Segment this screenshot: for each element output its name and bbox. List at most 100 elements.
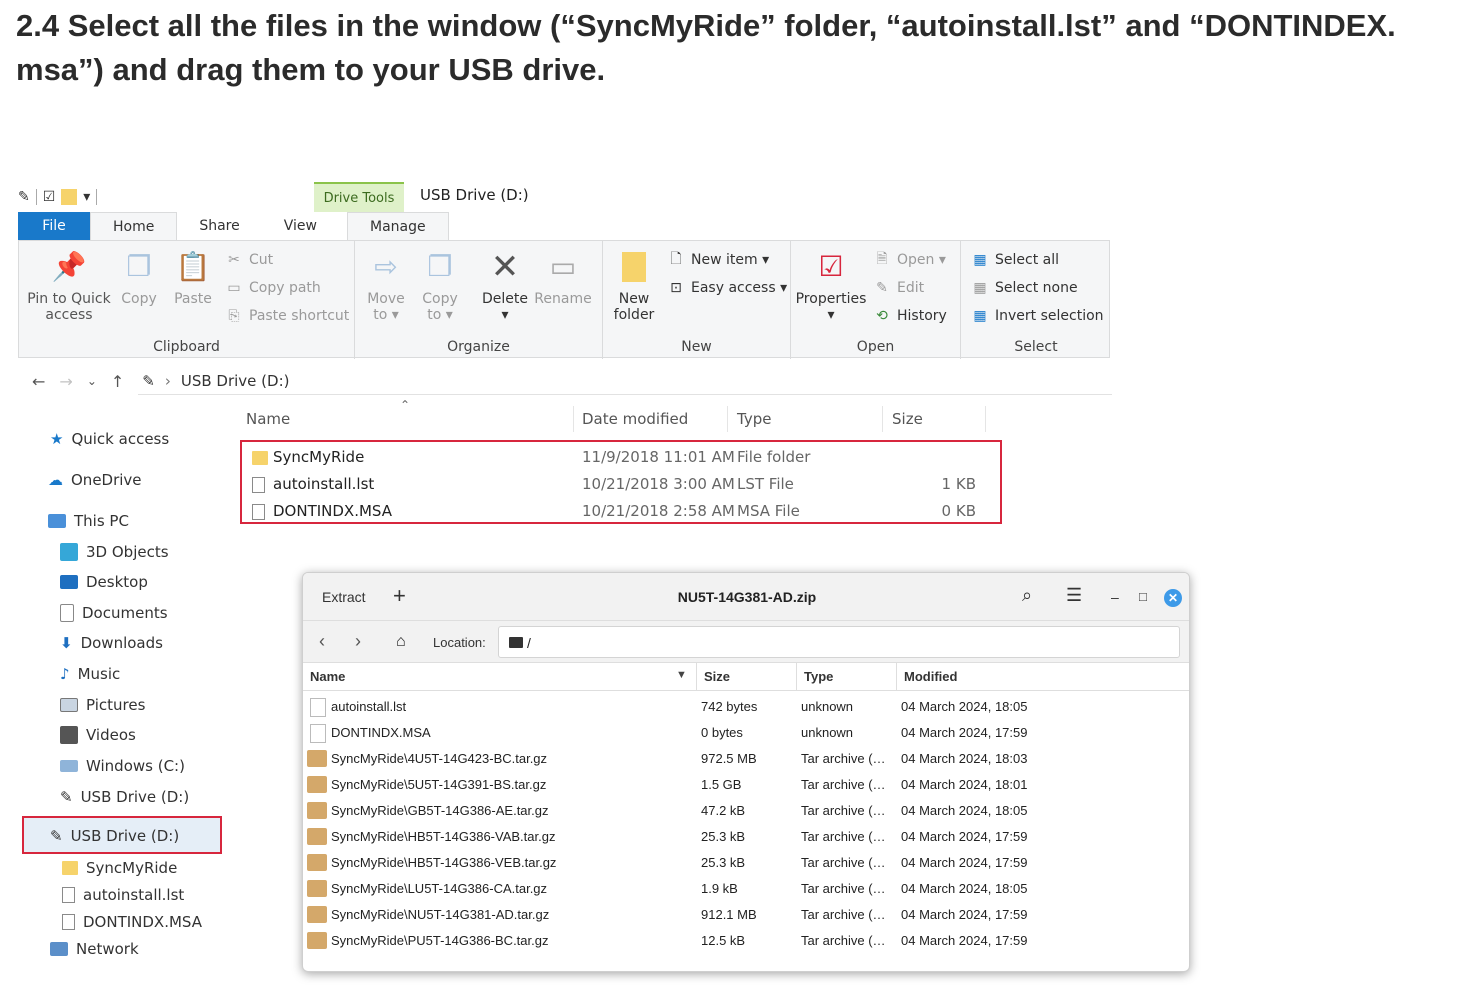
- archive-file-modified: 04 March 2024, 17:59: [901, 907, 1028, 922]
- archive-file-modified: 04 March 2024, 18:03: [901, 751, 1028, 766]
- column-type[interactable]: Type: [737, 404, 771, 434]
- column-name[interactable]: Name: [310, 669, 345, 684]
- column-name[interactable]: Name: [246, 404, 290, 434]
- customize-toolbar-icon[interactable]: ▾: [83, 189, 90, 205]
- column-size[interactable]: Size: [704, 669, 730, 684]
- tab-home[interactable]: Home: [90, 212, 178, 240]
- forward-chevron-icon[interactable]: ›: [355, 631, 361, 652]
- nav-pictures[interactable]: Pictures: [60, 692, 145, 718]
- close-icon[interactable]: ✕: [1164, 589, 1182, 607]
- file-icon: [62, 887, 75, 903]
- up-arrow-icon[interactable]: ↑: [111, 372, 124, 391]
- nav-music[interactable]: ♪ Music: [60, 661, 120, 687]
- history-button[interactable]: ⟲ History: [873, 305, 947, 327]
- easy-access-button[interactable]: ⊡ Easy access ▾: [667, 277, 787, 299]
- cut-button[interactable]: ✂ Cut: [225, 249, 273, 271]
- delete-button[interactable]: ✕ Delete ▾: [481, 249, 529, 323]
- file-row[interactable]: DONTINDX.MSA 10/21/2018 2:58 AM MSA File…: [240, 498, 1000, 524]
- column-divider[interactable]: [896, 663, 897, 691]
- clipboard-group: 📌 Pin to Quick access ❐ Copy 📋 Paste ✂ C…: [19, 241, 355, 359]
- paste-shortcut-button[interactable]: ⎘ Paste shortcut: [225, 305, 349, 327]
- file-row[interactable]: autoinstall.lst 10/21/2018 3:00 AM LST F…: [240, 471, 1000, 497]
- archive-file-size: 25.3 kB: [701, 855, 746, 870]
- nav-windows-c[interactable]: Windows (C:): [60, 753, 185, 779]
- home-icon[interactable]: ⌂: [396, 633, 406, 651]
- column-divider[interactable]: [985, 406, 986, 432]
- new-folder-button[interactable]: New folder: [609, 249, 659, 323]
- nav-usb-drive-this-pc[interactable]: ✎ USB Drive (D:): [60, 784, 189, 810]
- new-folder-icon[interactable]: [61, 189, 78, 205]
- archive-row[interactable]: SyncMyRide\NU5T-14G381-AD.tar.gz 912.1 MB…: [303, 902, 1189, 928]
- star-icon: ★: [50, 430, 64, 448]
- drive-tools-context-tab[interactable]: Drive Tools: [314, 182, 404, 212]
- archive-row[interactable]: DONTINDX.MSA 0 bytes unknown 04 March 2024,…: [303, 720, 1189, 746]
- properties-button[interactable]: ☑ Properties ▾: [795, 249, 867, 324]
- copy-to-button[interactable]: ❐ Copy to ▾: [419, 249, 461, 324]
- properties-icon[interactable]: ☑: [43, 189, 56, 205]
- archive-row[interactable]: SyncMyRide\LU5T-14G386-CA.tar.gz 1.9 kB Ta…: [303, 876, 1189, 902]
- column-divider[interactable]: [796, 663, 797, 691]
- nav-3d-objects[interactable]: 3D Objects: [60, 539, 169, 565]
- tab-view[interactable]: View: [262, 212, 339, 240]
- select-none-button[interactable]: ▦ Select none: [971, 277, 1077, 299]
- recent-locations-chevron-icon[interactable]: ⌄: [87, 374, 97, 388]
- location-input[interactable]: /: [498, 626, 1180, 658]
- column-type[interactable]: Type: [804, 669, 833, 684]
- tab-file[interactable]: File: [18, 212, 90, 240]
- column-divider[interactable]: [573, 406, 574, 432]
- back-arrow-icon[interactable]: ←: [32, 372, 45, 391]
- nav-usb-drive[interactable]: ✎ USB Drive (D:): [50, 823, 179, 849]
- column-size[interactable]: Size: [892, 404, 923, 434]
- edit-button[interactable]: ✎ Edit: [873, 277, 924, 299]
- nav-videos[interactable]: Videos: [60, 722, 136, 748]
- hamburger-menu-icon[interactable]: ☰: [1066, 585, 1082, 606]
- archive-row[interactable]: SyncMyRide\5U5T-14G391-BS.tar.gz 1.5 GB Ta…: [303, 772, 1189, 798]
- address-path-box[interactable]: ✎ › USB Drive (D:): [138, 367, 1112, 395]
- invert-selection-button[interactable]: ▦ Invert selection: [971, 305, 1103, 327]
- search-icon[interactable]: ⌕: [1022, 585, 1032, 606]
- back-chevron-icon[interactable]: ‹: [319, 631, 325, 652]
- open-button[interactable]: 🗎 Open ▾: [873, 249, 946, 271]
- nav-desktop[interactable]: Desktop: [60, 569, 148, 595]
- archive-row[interactable]: SyncMyRide\HB5T-14G386-VEB.tar.gz 25.3 kB…: [303, 850, 1189, 876]
- archive-row[interactable]: SyncMyRide\PU5T-14G386-BC.tar.gz 12.5 kB T…: [303, 928, 1189, 954]
- nav-quick-access[interactable]: ★ Quick access: [50, 426, 169, 452]
- column-date-modified[interactable]: Date modified: [582, 404, 688, 434]
- tab-share[interactable]: Share: [177, 212, 261, 240]
- forward-arrow-icon[interactable]: →: [59, 372, 72, 391]
- nav-this-pc[interactable]: This PC: [48, 508, 129, 534]
- nav-syncmyride[interactable]: SyncMyRide: [62, 855, 177, 881]
- delete-x-icon: ✕: [490, 247, 520, 287]
- column-divider[interactable]: [882, 406, 883, 432]
- archive-row[interactable]: autoinstall.lst 742 bytes unknown 04 March …: [303, 694, 1189, 720]
- nav-downloads[interactable]: ⬇ Downloads: [60, 630, 163, 656]
- nav-onedrive[interactable]: ☁ OneDrive: [48, 467, 142, 493]
- nav-documents[interactable]: Documents: [60, 600, 168, 626]
- copy-path-button[interactable]: ▭ Copy path: [225, 277, 320, 299]
- column-divider[interactable]: [696, 663, 697, 691]
- column-divider[interactable]: [727, 406, 728, 432]
- copy-button[interactable]: ❐ Copy: [117, 249, 161, 308]
- select-all-button[interactable]: ▦ Select all: [971, 249, 1059, 271]
- copy-to-label: Copy: [422, 291, 458, 307]
- window-title: USB Drive (D:): [420, 186, 529, 204]
- archive-row[interactable]: SyncMyRide\GB5T-14G386-AE.tar.gz 47.2 kB T…: [303, 798, 1189, 824]
- tab-manage[interactable]: Manage: [346, 212, 449, 240]
- move-to-button[interactable]: ⇨ Move to ▾: [365, 249, 407, 324]
- rename-button[interactable]: ▭ Rename: [534, 249, 591, 308]
- file-row[interactable]: SyncMyRide 11/9/2018 11:01 AM File folde…: [240, 444, 1000, 470]
- drive-icon[interactable]: ✎: [18, 189, 30, 205]
- pin-to-quick-access-button[interactable]: 📌 Pin to Quick access: [27, 249, 111, 324]
- paste-button[interactable]: 📋 Paste: [171, 249, 215, 308]
- nav-network[interactable]: Network: [50, 936, 139, 962]
- archive-row[interactable]: SyncMyRide\HB5T-14G386-VAB.tar.gz 25.3 kB…: [303, 824, 1189, 850]
- nav-dontindx[interactable]: DONTINDX.MSA: [62, 909, 202, 935]
- nav-autoinstall[interactable]: autoinstall.lst: [62, 882, 184, 908]
- archive-row[interactable]: SyncMyRide\4U5T-14G423-BC.tar.gz 972.5 MB…: [303, 746, 1189, 772]
- new-item-button[interactable]: 🗋 New item ▾: [667, 249, 769, 271]
- column-modified[interactable]: Modified: [904, 669, 957, 684]
- address-bar: ← → ⌄ ↑ ✎ › USB Drive (D:): [18, 366, 1112, 396]
- organize-group-label: Organize: [447, 339, 510, 355]
- minimize-icon[interactable]: –: [1111, 589, 1119, 605]
- maximize-icon[interactable]: □: [1139, 589, 1147, 604]
